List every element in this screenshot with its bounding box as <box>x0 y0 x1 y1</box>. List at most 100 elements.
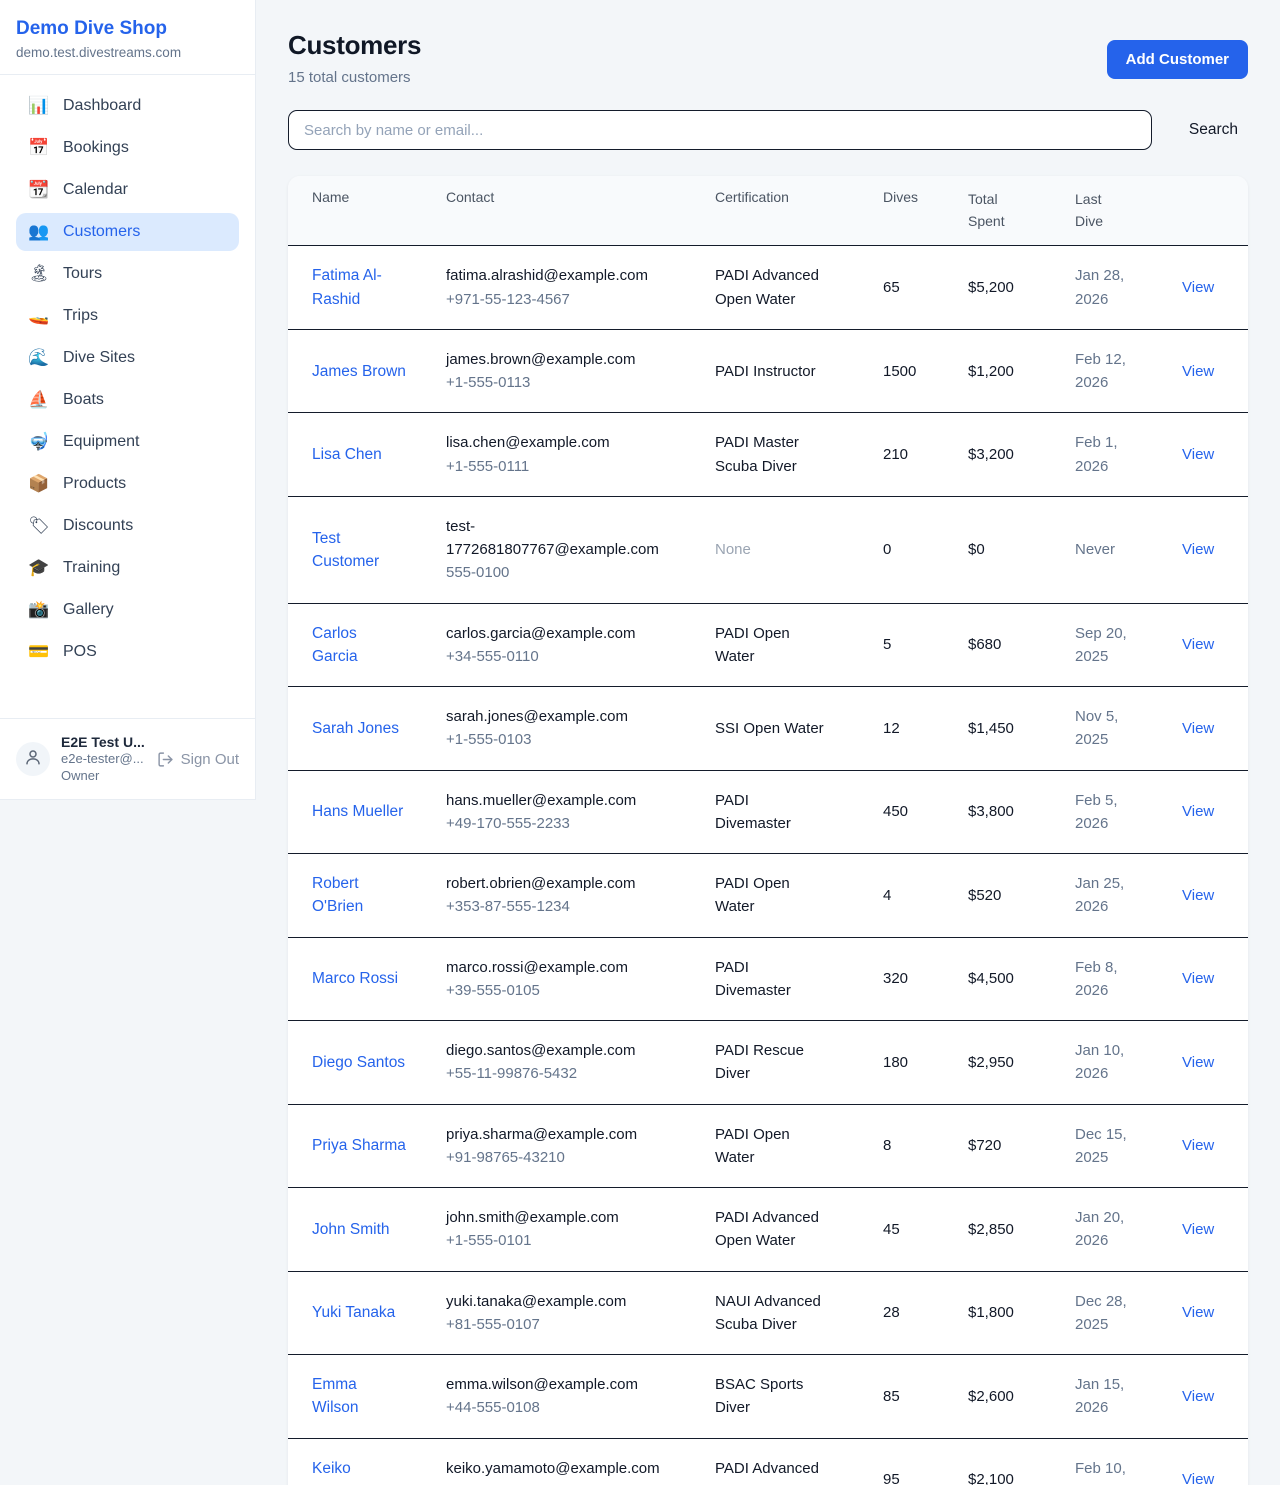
customer-name-link[interactable]: Sarah Jones <box>312 720 399 737</box>
column-header-certification: Certification <box>703 176 871 246</box>
view-customer-link[interactable]: View <box>1182 363 1214 380</box>
sign-out-button[interactable]: Sign Out <box>157 751 239 768</box>
sidebar-item-label: Products <box>63 475 126 493</box>
customer-total-spent: $520 <box>956 854 1063 938</box>
sidebar-item-dashboard[interactable]: 📊 Dashboard <box>16 87 239 125</box>
table-header: Name Contact Certification Dives Total S… <box>288 176 1248 246</box>
sidebar-item-label: Gallery <box>63 601 114 619</box>
customer-name-link[interactable]: Robert O'Brien <box>312 875 363 915</box>
view-customer-link[interactable]: View <box>1182 1304 1214 1321</box>
customer-last-dive: Feb 12, 2026 <box>1075 348 1139 395</box>
customer-last-dive: Jan 28, 2026 <box>1075 264 1139 311</box>
equipment-icon: 🤿 <box>28 432 50 452</box>
contact-cell: test-1772681807767@example.com 555-0100 <box>434 496 703 603</box>
sidebar-item-pos[interactable]: 💳 POS <box>16 633 239 671</box>
customer-certification: PADI Rescue Diver <box>715 1042 804 1082</box>
customers-table: Name Contact Certification Dives Total S… <box>288 176 1248 1485</box>
customer-certification: PADI Divemaster <box>715 792 791 832</box>
view-customer-link[interactable]: View <box>1182 279 1214 296</box>
customer-name-link[interactable]: Fatima Al-Rashid <box>312 267 382 307</box>
boats-icon: ⛵ <box>28 390 50 410</box>
customer-total-spent: $5,200 <box>956 246 1063 330</box>
customer-certification: BSAC Sports Diver <box>715 1376 803 1416</box>
view-customer-link[interactable]: View <box>1182 541 1214 558</box>
customer-name-link[interactable]: Test Customer <box>312 530 379 570</box>
sidebar-item-label: Bookings <box>63 139 129 157</box>
view-customer-link[interactable]: View <box>1182 446 1214 463</box>
gallery-icon: 📸 <box>28 600 50 620</box>
customer-name-link[interactable]: Keiko Yamamoto <box>312 1460 386 1485</box>
view-customer-link[interactable]: View <box>1182 887 1214 904</box>
sidebar-item-label: Discounts <box>63 517 133 535</box>
view-customer-link[interactable]: View <box>1182 1388 1214 1405</box>
customer-name-link[interactable]: Hans Mueller <box>312 803 403 820</box>
customer-name-link[interactable]: Priya Sharma <box>312 1137 406 1154</box>
view-customer-link[interactable]: View <box>1182 636 1214 653</box>
view-customer-link[interactable]: View <box>1182 803 1214 820</box>
sidebar-item-training[interactable]: 🎓 Training <box>16 549 239 587</box>
sidebar-item-customers[interactable]: 👥 Customers <box>16 213 239 251</box>
customer-last-dive: Feb 1, 2026 <box>1075 431 1139 478</box>
view-customer-link[interactable]: View <box>1182 1221 1214 1238</box>
customer-last-dive: Sep 20, 2025 <box>1075 622 1139 669</box>
customer-last-dive: Jan 20, 2026 <box>1075 1206 1139 1253</box>
sign-out-icon <box>157 751 174 768</box>
customer-dives: 180 <box>871 1021 956 1105</box>
customer-name-link[interactable]: James Brown <box>312 363 406 380</box>
customers-icon: 👥 <box>28 222 50 242</box>
column-header-actions <box>1170 176 1248 246</box>
customer-dives: 4 <box>871 854 956 938</box>
customer-phone: +39-555-0105 <box>446 979 673 1002</box>
customer-last-dive: Jan 10, 2026 <box>1075 1039 1139 1086</box>
add-customer-button[interactable]: Add Customer <box>1107 40 1248 79</box>
customer-email: priya.sharma@example.com <box>446 1123 673 1146</box>
customer-email: james.brown@example.com <box>446 348 673 371</box>
customer-total-spent: $2,100 <box>956 1438 1063 1485</box>
customer-name-link[interactable]: John Smith <box>312 1221 390 1238</box>
view-customer-link[interactable]: View <box>1182 720 1214 737</box>
sidebar-item-equipment[interactable]: 🤿 Equipment <box>16 423 239 461</box>
customer-name-link[interactable]: Emma Wilson <box>312 1376 359 1416</box>
customer-last-dive: Dec 15, 2025 <box>1075 1123 1139 1170</box>
contact-cell: james.brown@example.com +1-555-0113 <box>434 329 703 413</box>
sidebar-item-tours[interactable]: 🏝 Tours <box>16 255 239 293</box>
customer-dives: 12 <box>871 687 956 771</box>
customer-name-link[interactable]: Diego Santos <box>312 1054 405 1071</box>
calendar-icon: 📆 <box>28 180 50 200</box>
sidebar-footer: E2E Test U... e2e-tester@... Owner Sign … <box>0 718 255 799</box>
customer-name-link[interactable]: Lisa Chen <box>312 446 382 463</box>
search-row: Search <box>288 110 1248 150</box>
search-input[interactable] <box>288 110 1152 150</box>
customer-total-spent: $3,200 <box>956 413 1063 497</box>
user-block: E2E Test U... e2e-tester@... Owner <box>61 733 146 785</box>
view-customer-link[interactable]: View <box>1182 970 1214 987</box>
customer-name-link[interactable]: Carlos Garcia <box>312 625 358 665</box>
view-customer-link[interactable]: View <box>1182 1471 1214 1485</box>
customer-name-link[interactable]: Marco Rossi <box>312 970 398 987</box>
customer-last-dive: Never <box>1075 538 1139 561</box>
customer-certification: PADI Open Water <box>715 625 790 665</box>
customer-name-link[interactable]: Yuki Tanaka <box>312 1304 395 1321</box>
view-customer-link[interactable]: View <box>1182 1137 1214 1154</box>
search-button[interactable]: Search <box>1179 113 1248 147</box>
view-customer-link[interactable]: View <box>1182 1054 1214 1071</box>
sidebar-item-discounts[interactable]: 🏷 Discounts <box>16 507 239 545</box>
customer-phone: +91-98765-43210 <box>446 1146 673 1169</box>
sidebar-item-products[interactable]: 📦 Products <box>16 465 239 503</box>
customer-phone: +353-87-555-1234 <box>446 895 673 918</box>
column-header-contact: Contact <box>434 176 703 246</box>
customer-phone: +1-555-0111 <box>446 455 673 478</box>
sidebar-item-boats[interactable]: ⛵ Boats <box>16 381 239 419</box>
customer-certification: None <box>715 541 751 558</box>
sidebar-item-label: POS <box>63 643 97 661</box>
sidebar-item-bookings[interactable]: 📅 Bookings <box>16 129 239 167</box>
sidebar-item-dive-sites[interactable]: 🌊 Dive Sites <box>16 339 239 377</box>
sidebar-item-gallery[interactable]: 📸 Gallery <box>16 591 239 629</box>
contact-cell: fatima.alrashid@example.com +971-55-123-… <box>434 246 703 330</box>
table-row: James Brown james.brown@example.com +1-5… <box>288 329 1248 413</box>
customer-total-spent: $720 <box>956 1104 1063 1188</box>
customer-certification: PADI Advanced Open Water <box>715 1209 819 1249</box>
sidebar-item-calendar[interactable]: 📆 Calendar <box>16 171 239 209</box>
customer-total-spent: $1,800 <box>956 1271 1063 1355</box>
sidebar-item-trips[interactable]: 🚤 Trips <box>16 297 239 335</box>
